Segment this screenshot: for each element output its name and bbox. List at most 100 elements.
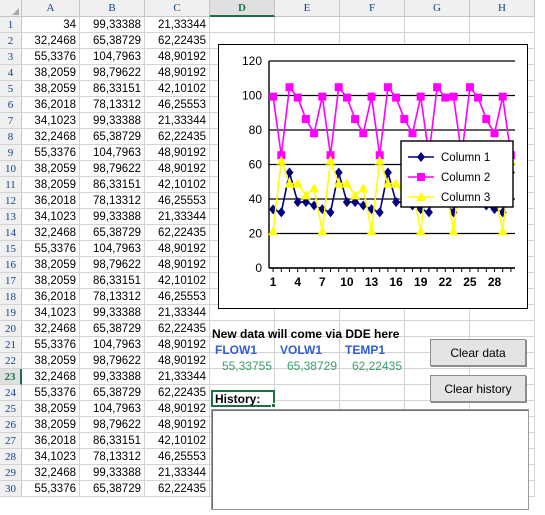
cell-C5[interactable]: 42,10102 (145, 81, 210, 97)
cell-B1[interactable]: 99,33388 (80, 17, 145, 33)
cell-A11[interactable]: 38,2059 (22, 177, 80, 193)
cell-C2[interactable]: 62,22435 (145, 33, 210, 49)
cell-C13[interactable]: 21,33344 (145, 209, 210, 225)
cell-B18[interactable]: 78,13312 (80, 289, 145, 305)
clear-data-button[interactable]: Clear data (430, 339, 526, 366)
row-header-13[interactable]: 13 (0, 209, 22, 225)
column-header-c[interactable]: C (145, 0, 210, 17)
row-header-15[interactable]: 15 (0, 241, 22, 257)
cell-C26[interactable]: 48,90192 (145, 417, 210, 433)
cell-C15[interactable]: 48,90192 (145, 241, 210, 257)
cell-G1[interactable] (405, 17, 470, 33)
row-header-5[interactable]: 5 (0, 81, 22, 97)
cell-B12[interactable]: 78,13312 (80, 193, 145, 209)
cell-A7[interactable]: 34,1023 (22, 113, 80, 129)
cell-C9[interactable]: 48,90192 (145, 145, 210, 161)
column-header-d[interactable]: D (210, 0, 275, 17)
cell-C4[interactable]: 48,90192 (145, 65, 210, 81)
cell-C8[interactable]: 62,22435 (145, 129, 210, 145)
row-header-18[interactable]: 18 (0, 289, 22, 305)
cell-C12[interactable]: 46,25553 (145, 193, 210, 209)
cell-H1[interactable] (470, 17, 535, 33)
row-header-21[interactable]: 21 (0, 337, 22, 353)
cell-A18[interactable]: 36,2018 (22, 289, 80, 305)
cell-A4[interactable]: 38,2059 (22, 65, 80, 81)
cell-A13[interactable]: 34,1023 (22, 209, 80, 225)
cell-B30[interactable]: 65,38729 (80, 481, 145, 497)
column-header-g[interactable]: G (405, 0, 470, 17)
cell-A6[interactable]: 36,2018 (22, 97, 80, 113)
cell-A12[interactable]: 36,2018 (22, 193, 80, 209)
cell-B20[interactable]: 65,38729 (80, 321, 145, 337)
column-header-h[interactable]: H (470, 0, 535, 17)
cell-B6[interactable]: 78,13312 (80, 97, 145, 113)
cell-A29[interactable]: 32,2468 (22, 465, 80, 481)
cell-B21[interactable]: 104,7963 (80, 337, 145, 353)
cell-C22[interactable]: 48,90192 (145, 353, 210, 369)
cell-E1[interactable] (275, 17, 340, 33)
cell-C10[interactable]: 48,90192 (145, 161, 210, 177)
cell-C25[interactable]: 48,90192 (145, 401, 210, 417)
cell-A9[interactable]: 55,3376 (22, 145, 80, 161)
cell-B17[interactable]: 86,33151 (80, 273, 145, 289)
row-header-22[interactable]: 22 (0, 353, 22, 369)
cell-C3[interactable]: 48,90192 (145, 49, 210, 65)
row-header-12[interactable]: 12 (0, 193, 22, 209)
cell-A22[interactable]: 38,2059 (22, 353, 80, 369)
cell-A24[interactable]: 55,3376 (22, 385, 80, 401)
cell-B24[interactable]: 65,38729 (80, 385, 145, 401)
cell-C1[interactable]: 21,33344 (145, 17, 210, 33)
cell-B11[interactable]: 86,33151 (80, 177, 145, 193)
cell-B7[interactable]: 99,33388 (80, 113, 145, 129)
cell-A26[interactable]: 38,2059 (22, 417, 80, 433)
cell-A21[interactable]: 55,3376 (22, 337, 80, 353)
cell-C24[interactable]: 62,22435 (145, 385, 210, 401)
cell-B16[interactable]: 98,79622 (80, 257, 145, 273)
cell-D1[interactable] (210, 17, 275, 33)
row-header-14[interactable]: 14 (0, 225, 22, 241)
cell-C18[interactable]: 46,25553 (145, 289, 210, 305)
row-header-7[interactable]: 7 (0, 113, 22, 129)
cell-B4[interactable]: 98,79622 (80, 65, 145, 81)
cell-B8[interactable]: 65,38729 (80, 129, 145, 145)
cell-B23[interactable]: 99,33388 (80, 369, 145, 385)
cell-F1[interactable] (340, 17, 405, 33)
cell-C29[interactable]: 21,33344 (145, 465, 210, 481)
cell-B15[interactable]: 104,7963 (80, 241, 145, 257)
cell-A28[interactable]: 34,1023 (22, 449, 80, 465)
cell-A23[interactable]: 32,2468 (22, 369, 80, 385)
select-all-corner[interactable] (0, 0, 22, 17)
row-header-25[interactable]: 25 (0, 401, 22, 417)
cell-fill-handle[interactable] (271, 403, 276, 408)
row-header-2[interactable]: 2 (0, 33, 22, 49)
cell-B9[interactable]: 104,7963 (80, 145, 145, 161)
row-header-28[interactable]: 28 (0, 449, 22, 465)
cell-C23[interactable]: 21,33344 (145, 369, 210, 385)
row-header-27[interactable]: 27 (0, 433, 22, 449)
cell-B3[interactable]: 104,7963 (80, 49, 145, 65)
cell-B26[interactable]: 98,79622 (80, 417, 145, 433)
cell-B14[interactable]: 65,38729 (80, 225, 145, 241)
cell-H20[interactable] (470, 321, 535, 337)
row-header-30[interactable]: 30 (0, 481, 22, 497)
cell-A3[interactable]: 55,3376 (22, 49, 80, 65)
row-header-20[interactable]: 20 (0, 321, 22, 337)
row-header-16[interactable]: 16 (0, 257, 22, 273)
history-listbox[interactable] (211, 409, 529, 510)
cell-C11[interactable]: 42,10102 (145, 177, 210, 193)
clear-history-button[interactable]: Clear history (430, 375, 526, 402)
cell-B2[interactable]: 65,38729 (80, 33, 145, 49)
cell-B5[interactable]: 86,33151 (80, 81, 145, 97)
row-header-23[interactable]: 23 (0, 369, 22, 385)
column-header-f[interactable]: F (340, 0, 405, 17)
cell-B25[interactable]: 104,7963 (80, 401, 145, 417)
cell-F24[interactable] (340, 385, 405, 401)
row-header-4[interactable]: 4 (0, 65, 22, 81)
cell-C16[interactable]: 48,90192 (145, 257, 210, 273)
cell-B10[interactable]: 98,79622 (80, 161, 145, 177)
cell-A16[interactable]: 38,2059 (22, 257, 80, 273)
cell-C27[interactable]: 42,10102 (145, 433, 210, 449)
column-header-e[interactable]: E (275, 0, 340, 17)
row-header-9[interactable]: 9 (0, 145, 22, 161)
cell-A15[interactable]: 55,3376 (22, 241, 80, 257)
